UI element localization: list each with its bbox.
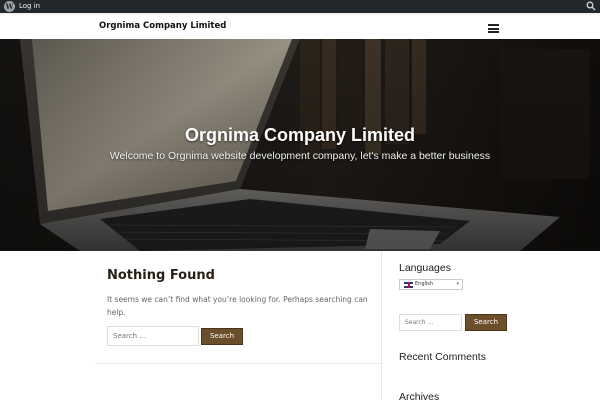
- not-found-message: It seems we can’t find what you’re looki…: [107, 295, 368, 317]
- admin-bar: Log in: [0, 0, 600, 13]
- language-selected-label: English: [415, 281, 434, 287]
- site-header: Orgnima Company Limited: [0, 13, 600, 39]
- search-input[interactable]: [107, 326, 199, 346]
- language-select[interactable]: English ▾: [399, 279, 463, 290]
- wordpress-icon[interactable]: [4, 1, 15, 12]
- site-title[interactable]: Orgnima Company Limited: [99, 21, 226, 31]
- recent-comments-widget-title: Recent Comments: [399, 351, 486, 363]
- sidebar-search-input[interactable]: [399, 314, 462, 331]
- page-title: Nothing Found: [107, 268, 215, 283]
- sidebar: Languages English ▾ Search Recent Commen…: [399, 251, 599, 403]
- sidebar-search-button[interactable]: Search: [465, 314, 507, 331]
- hamburger-menu-icon[interactable]: [488, 24, 499, 33]
- languages-widget-title: Languages: [399, 262, 451, 274]
- hero-subtitle: Welcome to Orgnima website development c…: [109, 150, 491, 162]
- search-icon[interactable]: [586, 1, 596, 11]
- chevron-down-icon: ▾: [456, 281, 459, 287]
- archives-widget-title: Archives: [399, 391, 440, 403]
- uk-flag-icon: [404, 282, 413, 288]
- hero-title: Orgnima Company Limited: [184, 125, 416, 145]
- main-content: Nothing Found It seems we can’t find wha…: [95, 251, 382, 400]
- hero-banner: Orgnima Company Limited Welcome to Orgni…: [0, 39, 600, 251]
- divider: [95, 363, 382, 364]
- login-link[interactable]: Log in: [19, 0, 40, 13]
- search-button[interactable]: Search: [201, 328, 243, 345]
